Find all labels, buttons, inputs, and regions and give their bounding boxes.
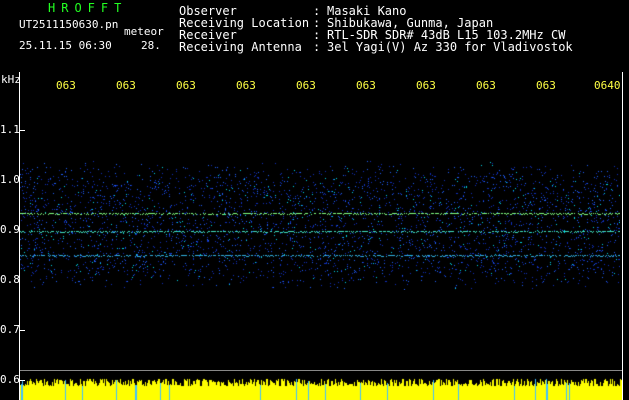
file-name: UT2511150630.pn [19,18,119,31]
x-tick-label: 0640 [594,79,621,92]
y-tick-label: 0.8 [0,273,20,286]
y-tick-label: 0.7 [0,323,20,336]
x-tick-label: 063 [356,79,376,92]
x-tick-label: 063 [536,79,556,92]
meteor-count: 28. [141,39,161,52]
y-tick [19,330,25,331]
y-tick-label: 0.6 [0,373,20,386]
separator: : [313,40,321,54]
y-tick-label: 1.1 [0,123,20,136]
app-logo: HROFFT [48,1,128,15]
y-tick-label: 1.0 [0,173,20,186]
plot-right-border [622,72,623,400]
x-tick-label: 063 [416,79,436,92]
x-tick-label: 063 [296,79,316,92]
x-tick-label: 063 [56,79,76,92]
x-tick-label: 063 [476,79,496,92]
spectrogram [20,160,620,290]
x-tick-label: 063 [236,79,256,92]
antenna-label: Receiving Antenna [179,40,302,54]
baseline-rule [20,370,622,371]
date-time: 25.11.15 06:30 [19,39,112,52]
x-tick-label: 063 [116,79,136,92]
antenna-value: 3el Yagi(V) Az 330 for Vladivostok [327,40,573,54]
y-axis-unit: kHz [1,73,21,86]
hrofft-screen: HROFFT UT2511150630.pn meteor 25.11.15 0… [0,0,629,400]
y-tick [19,130,25,131]
x-tick-label: 063 [176,79,196,92]
y-tick-label: 0.9 [0,223,20,236]
signal-level-bar [20,378,622,400]
meteor-label: meteor [124,25,164,38]
